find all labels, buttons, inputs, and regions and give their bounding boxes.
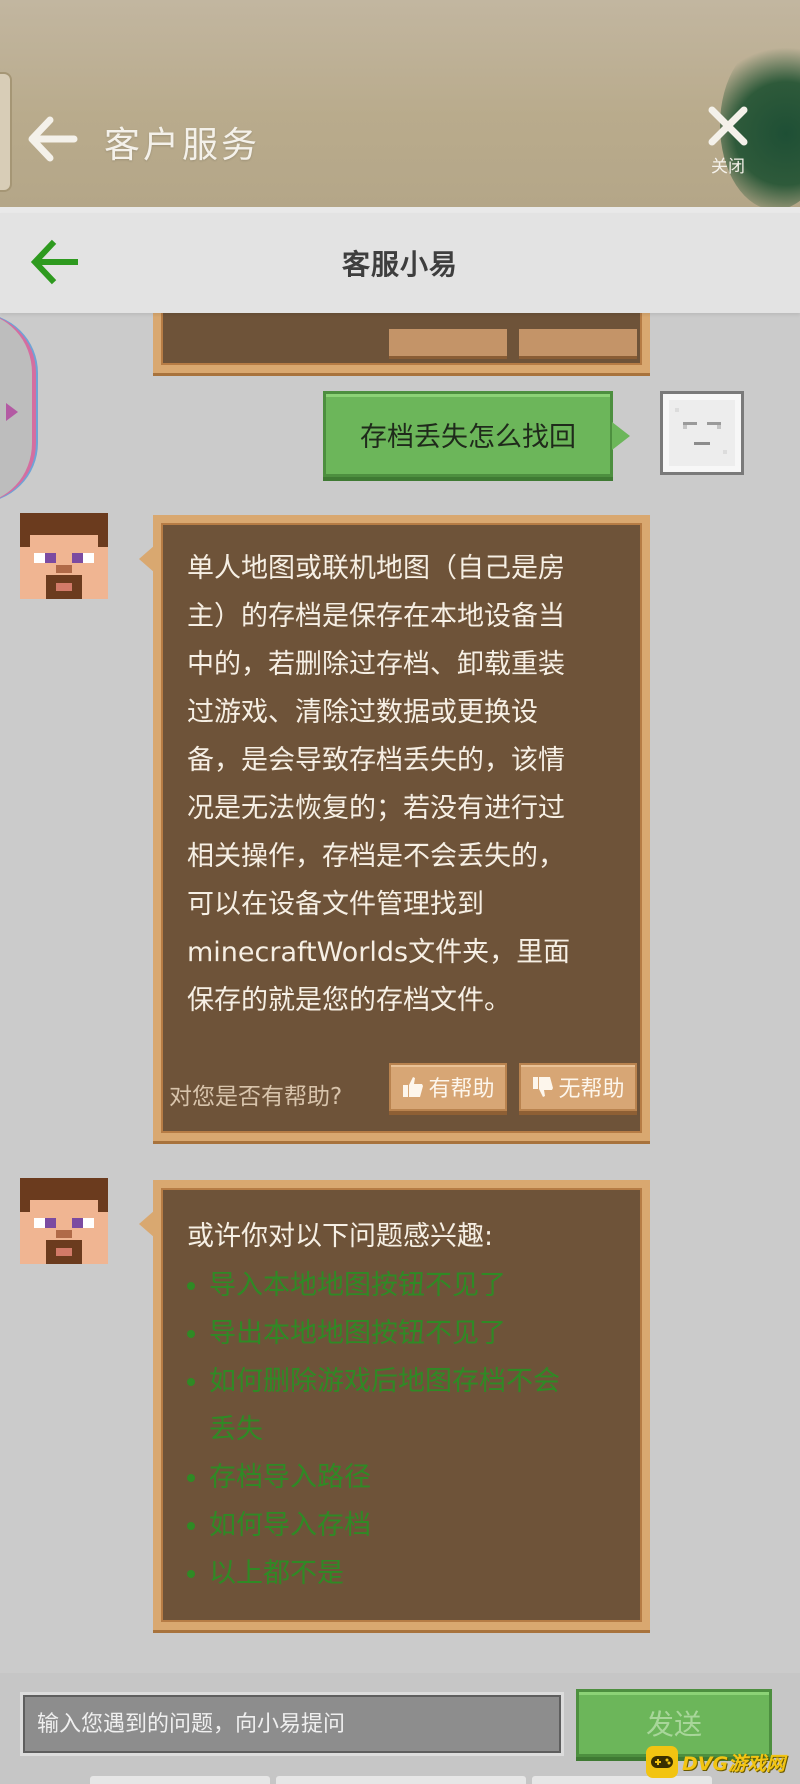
suggestion-text: 如何导入存档 bbox=[209, 1510, 371, 1541]
bullet-icon bbox=[187, 1570, 195, 1578]
side-panel-edge bbox=[0, 72, 12, 192]
thumbs-up-icon bbox=[403, 1077, 424, 1097]
watermark: DVG游戏网 bbox=[646, 1740, 800, 1784]
bot-bubble-tail bbox=[139, 545, 155, 573]
side-drawer-handle[interactable] bbox=[0, 313, 36, 503]
watermark-text: DVG游戏网 bbox=[682, 1752, 786, 1775]
answer-line: 单人地图或联机地图（自己是房 bbox=[187, 553, 565, 584]
bottom-tab-left[interactable] bbox=[90, 1776, 270, 1784]
bullet-icon bbox=[187, 1330, 195, 1338]
bot-answer-bubble: 单人地图或联机地图（自己是房 主）的存档是保存在本地设备当 中的，若删除过存档、… bbox=[139, 515, 650, 1141]
unhelpful-label: 无帮助 bbox=[558, 1077, 625, 1102]
suggestion-item[interactable]: 如何导入存档 bbox=[187, 1502, 617, 1550]
suggestion-item[interactable]: 存档导入路径 bbox=[187, 1454, 617, 1502]
answer-line: 主）的存档是保存在本地设备当 bbox=[187, 601, 565, 632]
bot-bubble-tail bbox=[139, 1210, 155, 1238]
bot-avatar bbox=[20, 1178, 108, 1264]
answer-line: 中的，若删除过存档、卸载重装 bbox=[187, 649, 565, 680]
previous-unhelpful-button[interactable] bbox=[519, 329, 637, 359]
suggestion-text: 如何删除游戏后地图存档不会 bbox=[209, 1366, 560, 1397]
chat-header: 客服小易 bbox=[0, 213, 800, 313]
helpful-button[interactable]: 有帮助 bbox=[389, 1063, 507, 1111]
answer-line: 过游戏、清除过数据或更换设 bbox=[187, 697, 538, 728]
drawer-arrow-icon bbox=[6, 403, 18, 421]
answer-line: 保存的就是您的存档文件。 bbox=[187, 985, 511, 1016]
suggestion-item[interactable]: 导出本地地图按钮不见了 bbox=[187, 1310, 617, 1358]
bullet-icon bbox=[187, 1282, 195, 1290]
user-bubble-tail bbox=[612, 422, 630, 450]
page-title: 客户服务 bbox=[104, 125, 261, 166]
feedback-question: 对您是否有帮助? bbox=[169, 1084, 343, 1110]
previous-message-bubble bbox=[153, 313, 650, 373]
app-header: 客户服务 关闭 bbox=[0, 0, 800, 210]
gamepad-logo-icon bbox=[646, 1746, 678, 1778]
suggestion-text: 导入本地地图按钮不见了 bbox=[209, 1270, 506, 1301]
close-icon bbox=[708, 106, 748, 146]
user-avatar[interactable] bbox=[660, 391, 744, 475]
question-input[interactable] bbox=[20, 1692, 564, 1756]
suggestion-text: 导出本地地图按钮不见了 bbox=[209, 1318, 506, 1349]
user-message-bubble: 存档丢失怎么找回 bbox=[323, 391, 630, 477]
ghost-face-icon bbox=[663, 394, 741, 472]
user-message-text: 存档丢失怎么找回 bbox=[360, 421, 576, 453]
answer-line: 备，是会导致存档丢失的，该情 bbox=[187, 745, 565, 776]
suggestion-text: 存档导入路径 bbox=[209, 1462, 371, 1493]
bullet-icon bbox=[187, 1522, 195, 1530]
answer-line: 可以在设备文件管理找到 bbox=[187, 889, 484, 920]
suggestion-item-continued[interactable]: 丢失 bbox=[187, 1406, 617, 1454]
suggestions-bubble: 或许你对以下问题感兴趣: 导入本地地图按钮不见了 导出本地地图按钮不见了 如何删… bbox=[139, 1180, 650, 1630]
feedback-row: 对您是否有帮助? 有帮助 无帮助 bbox=[161, 1063, 642, 1119]
suggestion-text: 丢失 bbox=[209, 1414, 263, 1445]
answer-line: 相关操作，存档是不会丢失的， bbox=[187, 841, 565, 872]
back-arrow-icon[interactable] bbox=[26, 112, 80, 166]
close-button[interactable]: 关闭 bbox=[700, 104, 756, 184]
answer-line: 况是无法恢复的；若没有进行过 bbox=[187, 793, 565, 824]
close-label: 关闭 bbox=[711, 157, 745, 177]
suggestion-item[interactable]: 以上都不是 bbox=[187, 1550, 617, 1598]
bullet-icon bbox=[187, 1474, 195, 1482]
bottom-tab-middle[interactable] bbox=[276, 1776, 526, 1784]
suggestions-intro: 或许你对以下问题感兴趣: bbox=[187, 1221, 494, 1252]
unhelpful-button[interactable]: 无帮助 bbox=[519, 1063, 637, 1111]
suggestion-item[interactable]: 如何删除游戏后地图存档不会 bbox=[187, 1358, 617, 1406]
bullet-icon bbox=[187, 1378, 195, 1386]
suggestion-text: 以上都不是 bbox=[209, 1558, 344, 1589]
bot-avatar bbox=[20, 513, 108, 599]
suggestion-item[interactable]: 导入本地地图按钮不见了 bbox=[187, 1262, 617, 1310]
answer-text: 单人地图或联机地图（自己是房 主）的存档是保存在本地设备当 中的，若删除过存档、… bbox=[187, 545, 617, 1025]
agent-name: 客服小易 bbox=[341, 248, 458, 281]
previous-helpful-button[interactable] bbox=[389, 329, 507, 359]
thumbs-down-icon bbox=[533, 1077, 554, 1097]
suggestions-list: 导入本地地图按钮不见了 导出本地地图按钮不见了 如何删除游戏后地图存档不会 丢失… bbox=[187, 1262, 617, 1598]
chat-area[interactable]: 存档丢失怎么找回 单人地图或联机地图（自己是房 主）的存档是保存在本地设备当 中… bbox=[0, 313, 800, 1673]
answer-line: minecraftWorlds文件夹，里面 bbox=[187, 937, 571, 968]
helpful-label: 有帮助 bbox=[428, 1077, 495, 1102]
